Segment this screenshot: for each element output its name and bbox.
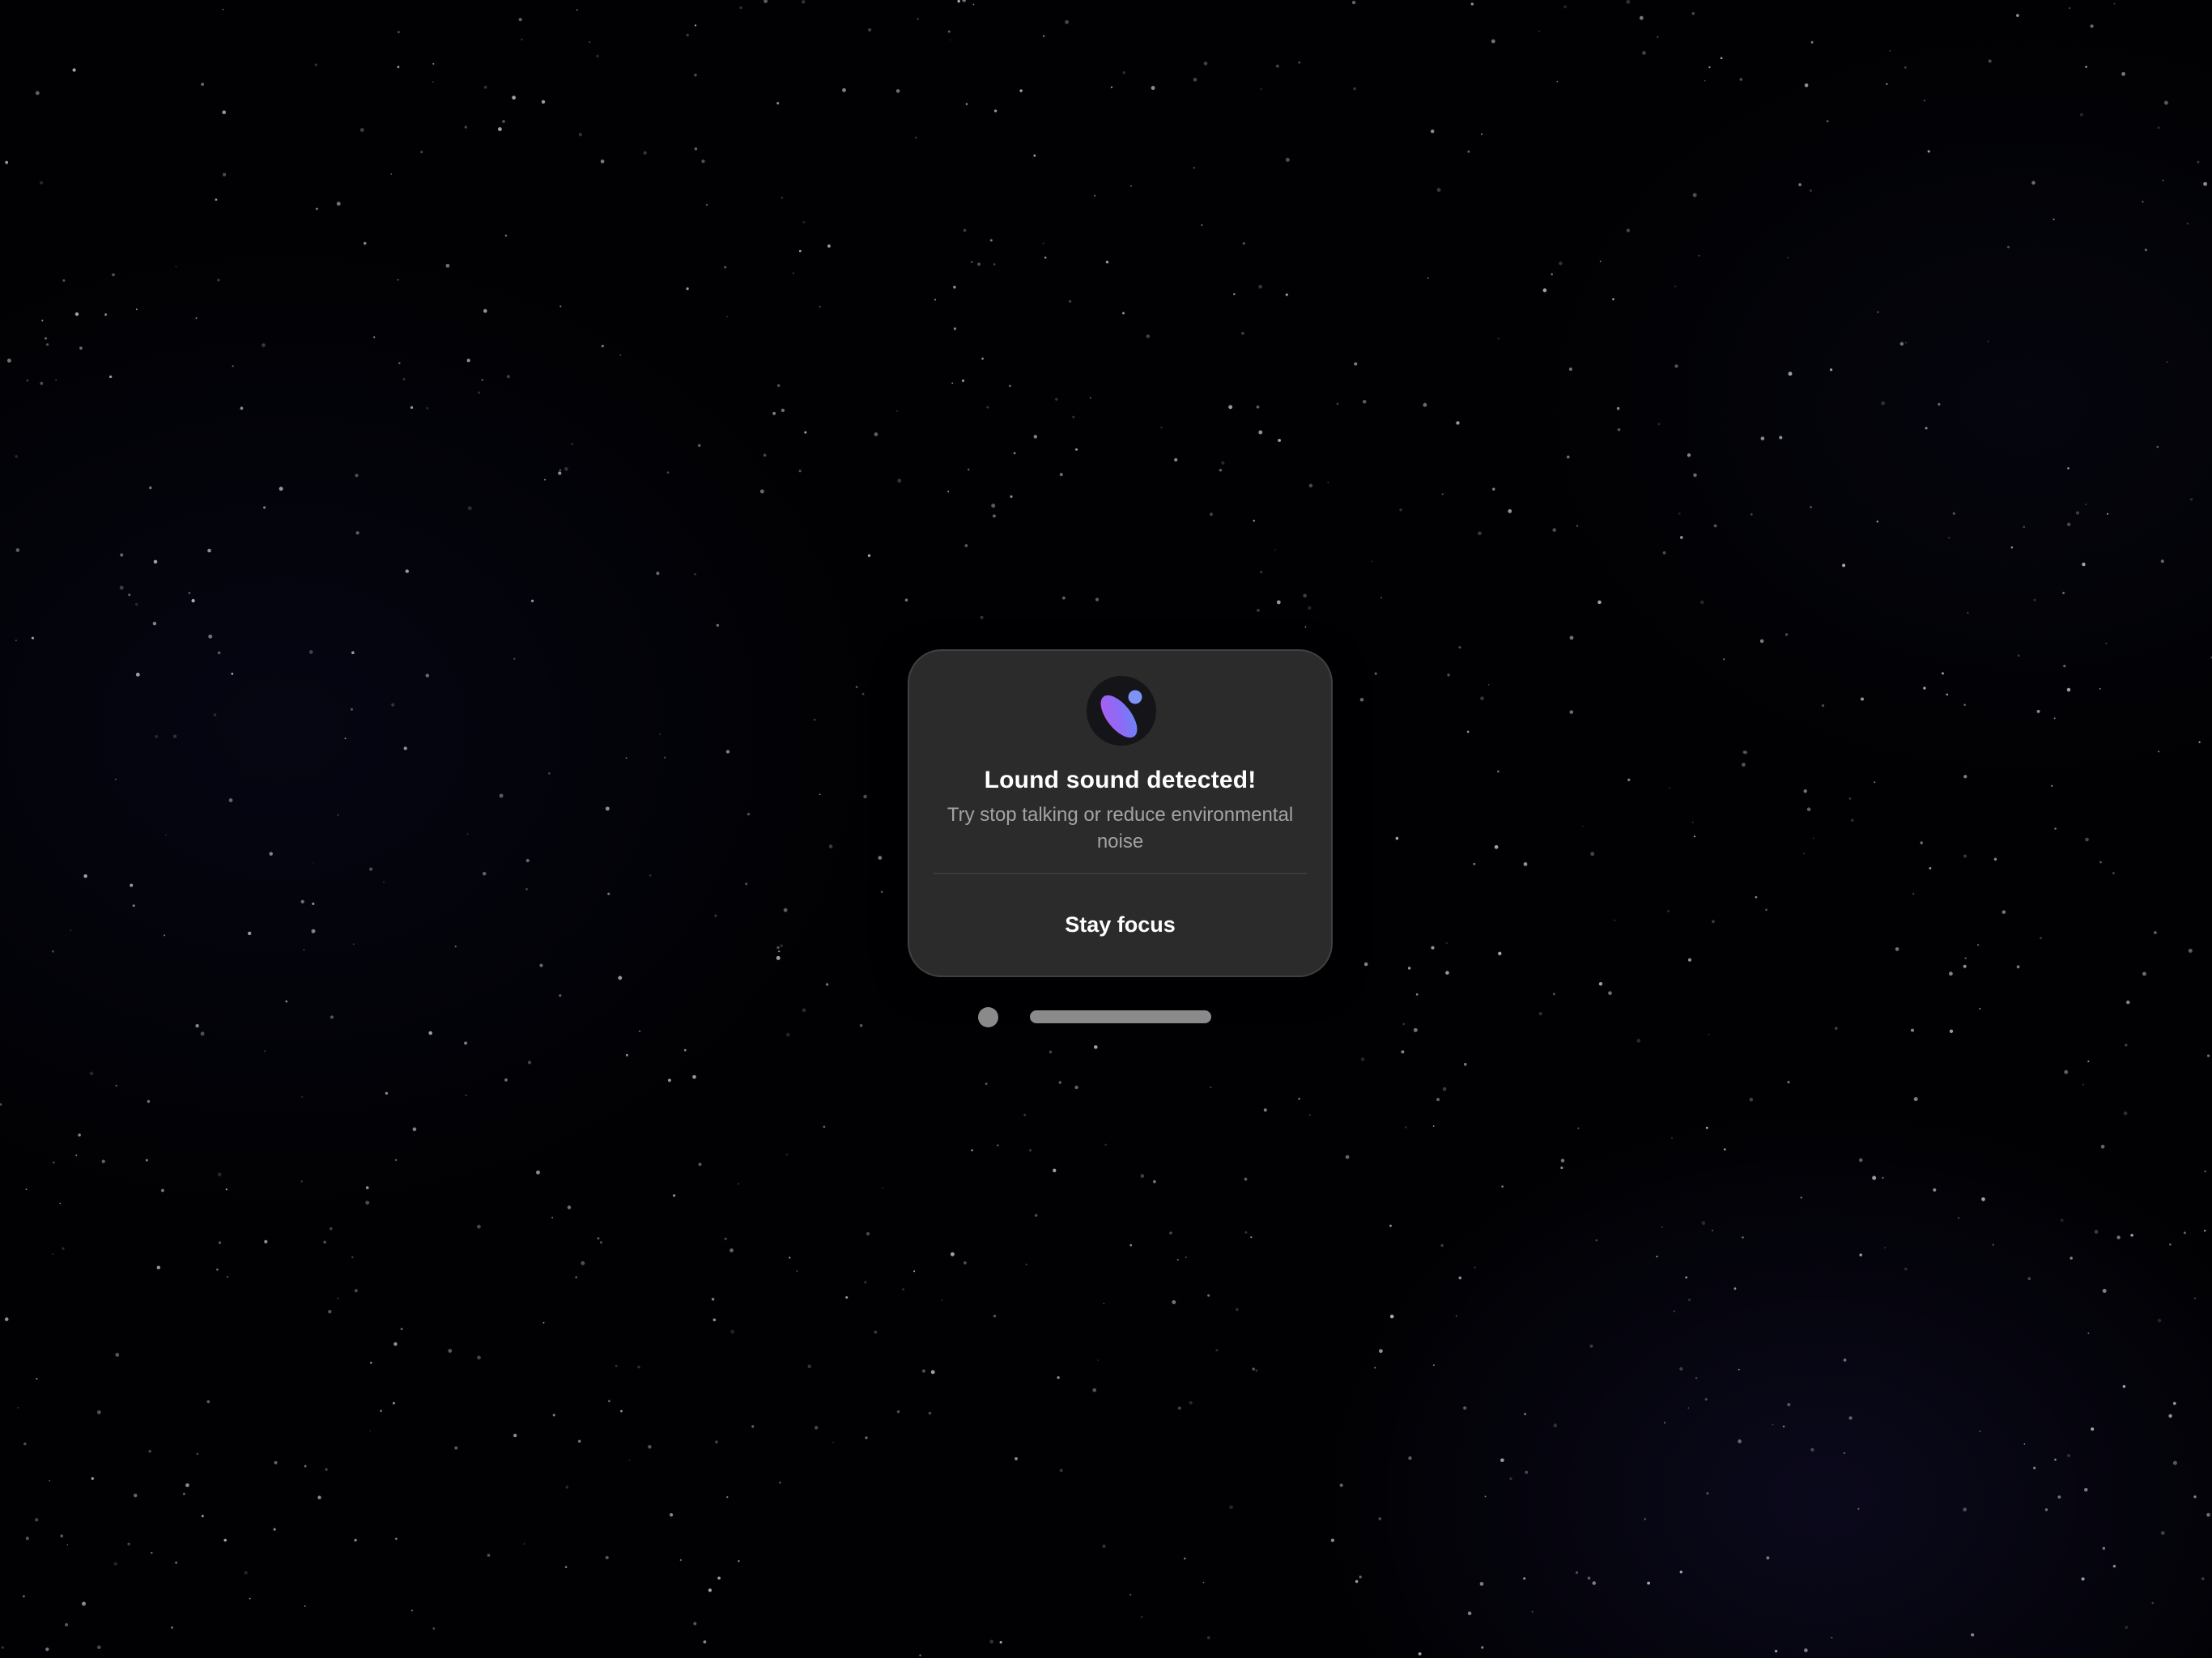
stay-focus-button[interactable]: Stay focus: [909, 874, 1331, 976]
alert-message: Try stop talking or reduce environmental…: [946, 804, 1294, 852]
window-close-dot[interactable]: [978, 1007, 998, 1027]
window-grabber-bar[interactable]: [1030, 1010, 1211, 1023]
immersive-space-background: Lound sound detected! Try stop talking o…: [0, 0, 2212, 1658]
app-logo-icon: [1087, 676, 1156, 746]
alert-title: Lound sound detected!: [984, 767, 1257, 793]
loud-sound-alert: Lound sound detected! Try stop talking o…: [908, 649, 1333, 977]
